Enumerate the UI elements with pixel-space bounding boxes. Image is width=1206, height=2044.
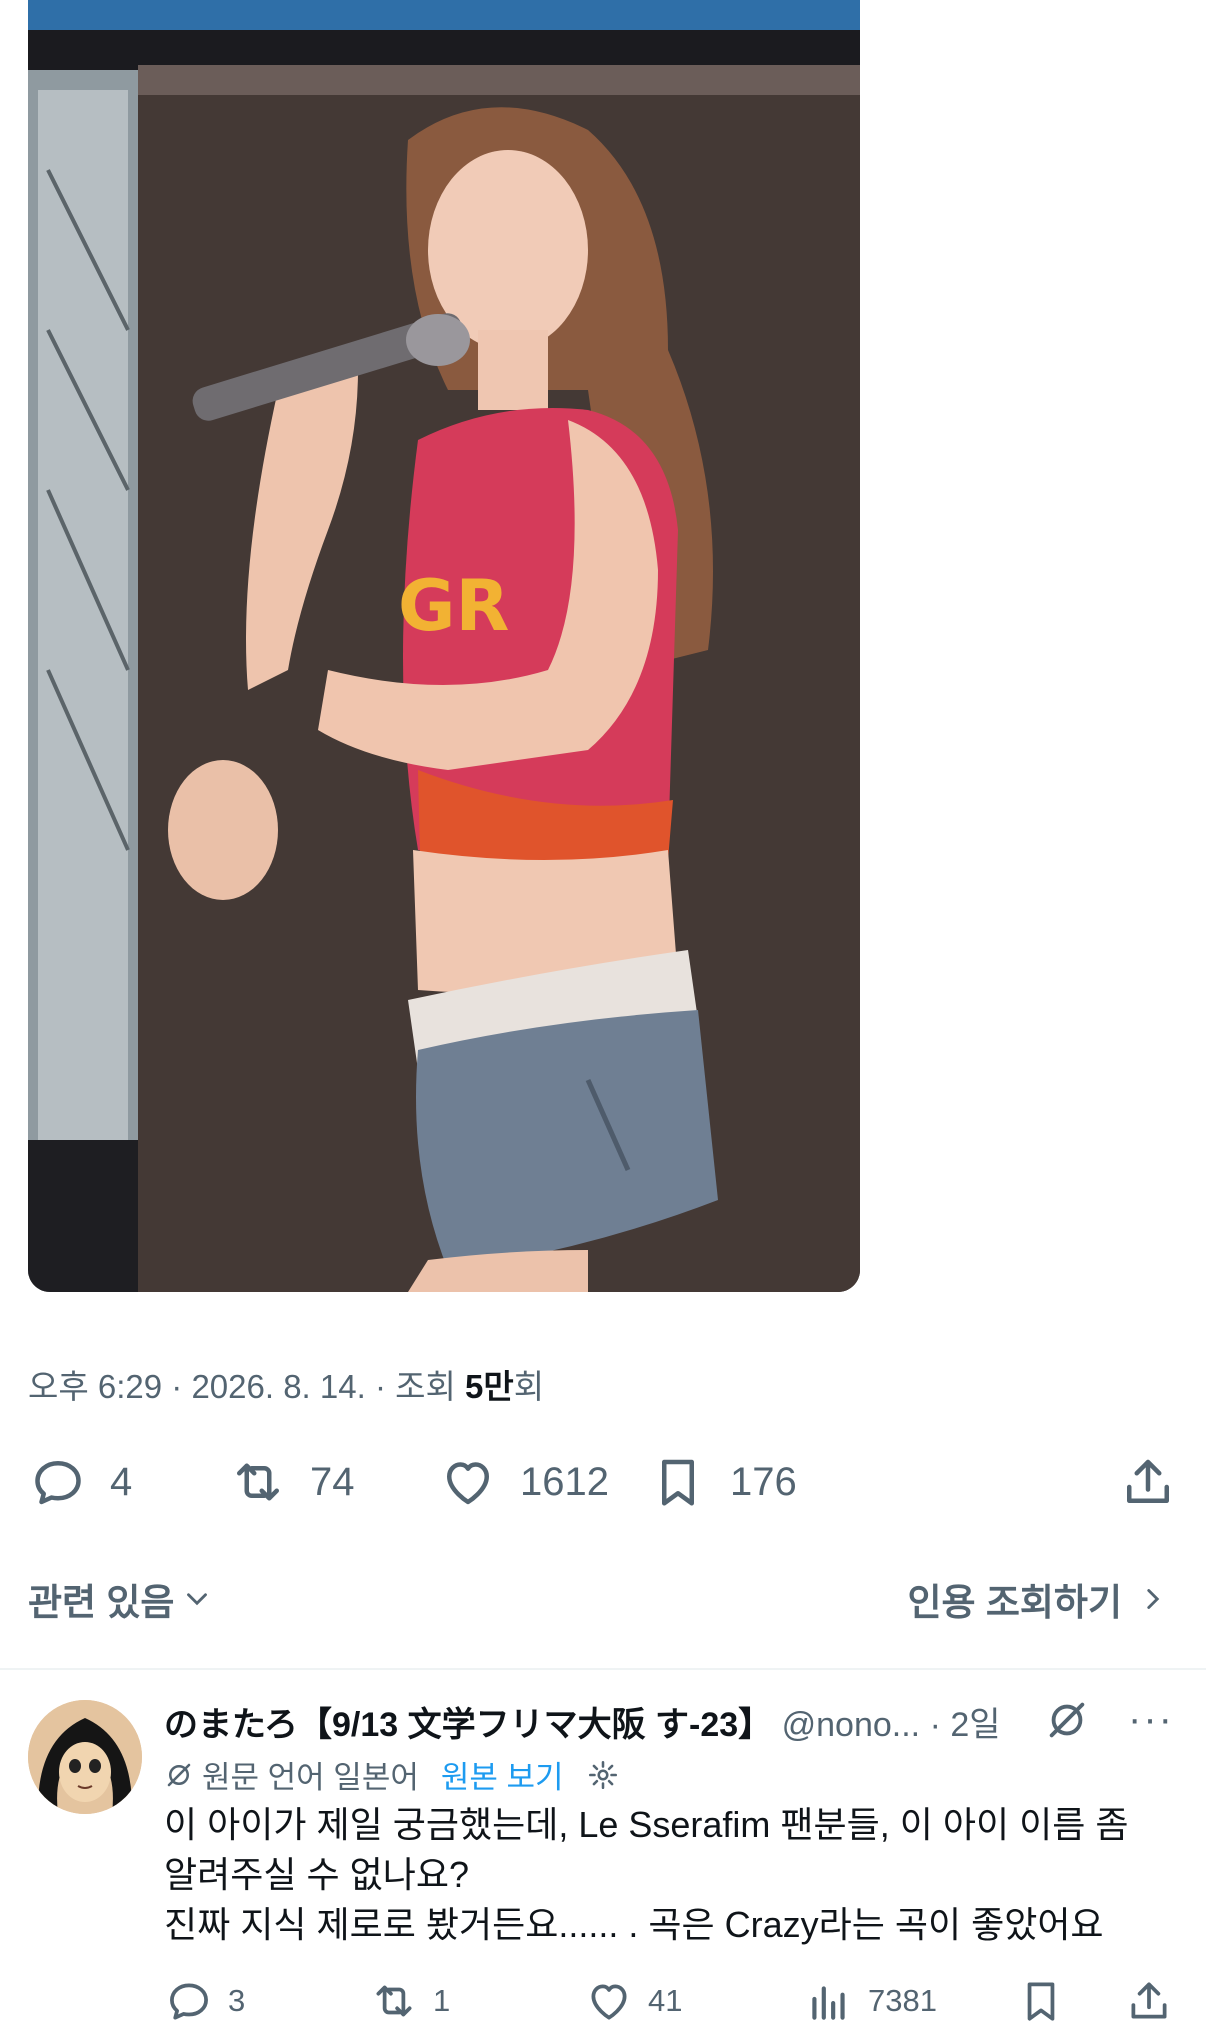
reply-text-line: 이 아이가 제일 궁금했는데, Le Sserafim 팬분들, 이 아이 이름… bbox=[164, 1804, 1129, 1845]
reply-author-handle[interactable]: @nono... bbox=[782, 1706, 921, 1744]
reply-text-line: 진짜 지식 제로로 봤거든요...... . 곡은 Crazy라는 곡이 좋았어… bbox=[164, 1904, 1104, 1945]
related-label: 관련 있음 bbox=[28, 1582, 175, 1623]
repost-button[interactable]: 74 bbox=[228, 1452, 355, 1512]
heart-icon bbox=[447, 1462, 489, 1505]
reply-views-button[interactable]: 7381 bbox=[804, 1976, 937, 2026]
reply-views-count: 7381 bbox=[868, 1983, 937, 2018]
translated-from-label: 원문 언어 일본어 bbox=[202, 1760, 419, 1795]
heart-icon bbox=[591, 1984, 627, 2020]
reply-count: 4 bbox=[110, 1459, 133, 1504]
like-count: 1612 bbox=[520, 1459, 609, 1504]
more-options-button[interactable]: ··· bbox=[1128, 1697, 1174, 1742]
reply-reply-count: 3 bbox=[228, 1983, 246, 2018]
reply-text: 이 아이가 제일 궁금했는데, Le Sserafim 팬분들, 이 아이 이름… bbox=[164, 1800, 1174, 1950]
reply-text-line: 알려주실 수 없나요? bbox=[164, 1854, 469, 1895]
reply-age[interactable]: 2일 bbox=[950, 1706, 1000, 1744]
share-icon bbox=[1131, 1982, 1167, 2019]
reply-author-name[interactable]: のまたろ【9/13 文学フリマ大阪 す-23】 bbox=[164, 1706, 772, 1744]
like-button[interactable]: 1612 bbox=[438, 1452, 609, 1512]
grok-button[interactable] bbox=[1044, 1697, 1090, 1752]
avatar-illustration bbox=[28, 1700, 142, 1814]
bookmark-count: 176 bbox=[730, 1459, 797, 1504]
analytics-icon bbox=[812, 1986, 845, 2020]
bookmark-button[interactable]: 176 bbox=[648, 1452, 797, 1512]
reply-repost-button[interactable]: 1 bbox=[369, 1976, 450, 2026]
repost-icon bbox=[376, 1985, 412, 2017]
divider bbox=[0, 1668, 1206, 1670]
reply-avatar[interactable] bbox=[28, 1700, 142, 1814]
tweet-date[interactable]: 2026. 8. 14. bbox=[191, 1368, 365, 1405]
translation-notice: 원문 언어 일본어 원본 보기 bbox=[164, 1752, 620, 1797]
svg-text:GR: GR bbox=[398, 565, 509, 647]
grok-translate-icon bbox=[167, 1763, 191, 1786]
views-suffix: 회 bbox=[513, 1368, 545, 1405]
tweet-meta: 오후 6:29 · 2026. 8. 14. · 조회 5만회 bbox=[28, 1368, 545, 1405]
reply-share-button[interactable] bbox=[1124, 1976, 1174, 2026]
reply-separator: · bbox=[929, 1706, 941, 1744]
stage-performance-image: GR bbox=[28, 0, 860, 1292]
related-dropdown[interactable]: 관련 있음 bbox=[28, 1572, 214, 1626]
tweet-media-photo[interactable]: GR bbox=[28, 0, 860, 1292]
views-count: 5만 bbox=[465, 1368, 514, 1405]
grok-icon bbox=[1049, 1702, 1085, 1738]
repost-icon bbox=[237, 1463, 279, 1501]
repost-count: 74 bbox=[310, 1459, 355, 1504]
reply-like-count: 41 bbox=[648, 1983, 683, 2018]
reply-icon bbox=[170, 1983, 208, 2020]
bookmark-icon bbox=[662, 1459, 694, 1506]
share-button[interactable] bbox=[1118, 1452, 1178, 1512]
reply-bookmark-button[interactable] bbox=[1016, 1976, 1066, 2026]
reply-like-button[interactable]: 41 bbox=[584, 1976, 682, 2026]
chevron-right-icon bbox=[1147, 1589, 1160, 1609]
bookmark-icon bbox=[1027, 1982, 1055, 2021]
reply-button[interactable]: 4 bbox=[28, 1452, 132, 1512]
view-quotes-link[interactable]: 인용 조회하기 bbox=[907, 1572, 1170, 1626]
chevron-down-icon bbox=[187, 1593, 208, 1606]
views-prefix: 조회 bbox=[395, 1368, 456, 1405]
tweet-action-bar: 4 74 1612 176 bbox=[28, 1452, 1178, 1512]
view-quotes-label: 인용 조회하기 bbox=[907, 1582, 1122, 1623]
share-icon bbox=[1127, 1459, 1169, 1503]
reply-reply-button[interactable]: 3 bbox=[164, 1976, 245, 2026]
tweet-time[interactable]: 오후 6:29 bbox=[28, 1368, 162, 1405]
reply-header: のまたろ【9/13 文学フリマ大阪 す-23】 @nono... · 2일 ··… bbox=[164, 1697, 1174, 1747]
reply-repost-count: 1 bbox=[433, 1983, 451, 2018]
reply-icon bbox=[35, 1461, 81, 1505]
gear-icon[interactable] bbox=[586, 1758, 620, 1792]
show-original-link[interactable]: 원본 보기 bbox=[441, 1752, 564, 1797]
reply-action-bar: 3 1 41 7381 bbox=[164, 1976, 1174, 2028]
